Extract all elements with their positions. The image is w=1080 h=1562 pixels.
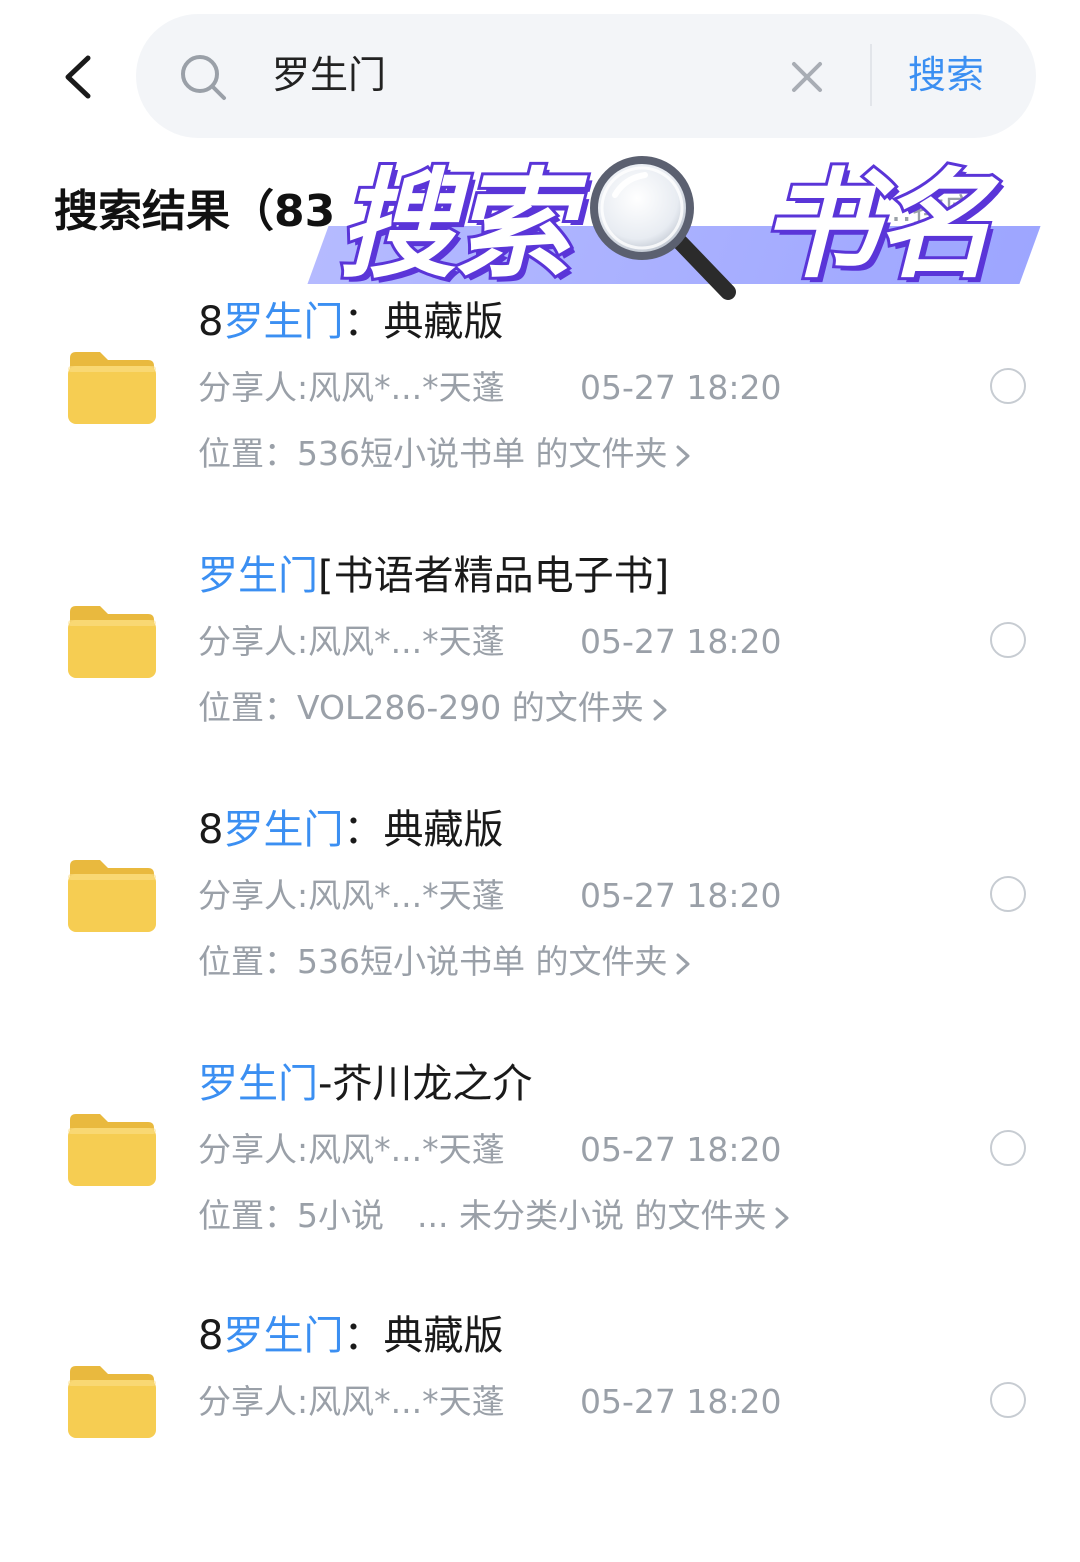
folder-icon (66, 856, 158, 934)
result-title[interactable]: 8罗生门：典藏版 (198, 801, 503, 859)
overlay-word-search: 搜索 (335, 153, 575, 297)
result-location: 位置：5小说 ... 未分类小说 的文件夹 (198, 1196, 767, 1235)
back-chevron-icon[interactable] (58, 52, 98, 102)
result-time: 05-27 18:20 (580, 1382, 782, 1421)
result-title-highlight: 罗生门 (198, 553, 318, 599)
chevron-right-icon (775, 1207, 789, 1228)
select-radio[interactable] (990, 876, 1026, 912)
folder-icon (66, 602, 158, 680)
select-radio[interactable] (990, 368, 1026, 404)
result-time: 05-27 18:20 (580, 1130, 782, 1169)
select-radio[interactable] (990, 1130, 1026, 1166)
chevron-right-icon (676, 953, 690, 974)
result-title-prefix: 8 (198, 299, 224, 345)
folder-icon (66, 1110, 158, 1188)
result-meta: 分享人:风风*...*天蓬 05-27 18:20 (198, 618, 781, 666)
result-title-suffix: -芥川龙之介 (318, 1061, 533, 1107)
result-location-link[interactable]: 位置：536短小说书单 的文件夹 (198, 430, 691, 478)
chevron-right-icon (653, 699, 667, 720)
result-sharer: 分享人:风风*...*天蓬 (198, 368, 505, 407)
result-title-suffix: ：典藏版 (343, 299, 504, 345)
search-box[interactable] (136, 14, 1036, 138)
result-title-suffix: ：典藏版 (343, 1313, 504, 1359)
result-item[interactable]: 罗生门[书语者精品电子书] 分享人:风风*...*天蓬 05-27 18:20 位置：… (0, 552, 1080, 802)
result-location-link[interactable]: 位置：5小说 ... 未分类小说 的文件夹 (198, 1192, 790, 1240)
result-location: 位置：536短小说书单 的文件夹 (198, 434, 668, 473)
result-title-prefix: 8 (198, 1313, 224, 1359)
result-title[interactable]: 罗生门-芥川龙之介 (198, 1055, 532, 1113)
result-meta: 分享人:风风*...*天蓬 05-27 18:20 (198, 364, 781, 412)
result-sharer: 分享人:风风*...*天蓬 (198, 876, 505, 915)
result-time: 05-27 18:20 (580, 876, 782, 915)
select-radio[interactable] (990, 622, 1026, 658)
result-title-prefix: 8 (198, 807, 224, 853)
result-location: 位置：VOL286-290 的文件夹 (198, 688, 644, 727)
result-title-highlight: 罗生门 (223, 299, 344, 345)
result-title-suffix: ：典藏版 (343, 807, 504, 853)
result-sharer: 分享人:风风*...*天蓬 (198, 1130, 505, 1169)
search-divider (870, 44, 872, 106)
search-icon (181, 55, 226, 100)
result-item[interactable]: 8罗生门：典藏版分享人:风风*...*天蓬 05-27 18:20 位置：536短小… (0, 806, 1080, 1056)
result-meta: 分享人:风风*...*天蓬 05-27 18:20 (198, 1126, 781, 1174)
result-location-link[interactable]: 位置：536短小说书单 的文件夹 (198, 938, 691, 986)
result-title-highlight: 罗生门 (223, 807, 344, 853)
result-meta: 分享人:风风*...*天蓬 05-27 18:20 (198, 1378, 781, 1426)
result-title-highlight: 罗生门 (223, 1313, 344, 1359)
close-icon[interactable] (788, 58, 826, 96)
result-location: 位置：536短小说书单 的文件夹 (198, 942, 668, 981)
magnifier-icon (590, 156, 736, 300)
result-sharer: 分享人:风风*...*天蓬 (198, 1382, 505, 1421)
result-item[interactable]: 8罗生门：典藏版分享人:风风*...*天蓬 05-27 18:20 位置：536短小… (0, 298, 1080, 548)
result-title-highlight: 罗生门 (198, 1061, 318, 1107)
result-location-link[interactable]: 位置：VOL286-290 的文件夹 (198, 684, 668, 732)
overlay-word-title: 书名 (757, 153, 997, 297)
result-time: 05-27 18:20 (580, 368, 782, 407)
result-item[interactable]: 8罗生门：典藏版分享人:风风*...*天蓬 05-27 18:20 (0, 1312, 1080, 1562)
result-title[interactable]: 罗生门[书语者精品电子书] (198, 547, 669, 605)
result-time: 05-27 18:20 (580, 622, 782, 661)
search-input[interactable]: 罗生门 (272, 46, 386, 104)
folder-icon (66, 1362, 158, 1440)
select-radio[interactable] (990, 1382, 1026, 1418)
result-sharer: 分享人:风风*...*天蓬 (198, 622, 505, 661)
search-button[interactable]: 搜索 (908, 46, 984, 104)
folder-icon (66, 348, 158, 426)
result-title[interactable]: 8罗生门：典藏版 (198, 1307, 503, 1365)
chevron-right-icon (676, 445, 690, 466)
result-meta: 分享人:风风*...*天蓬 05-27 18:20 (198, 872, 781, 920)
result-title-suffix: [书语者精品电子书] (318, 553, 670, 599)
result-title[interactable]: 8罗生门：典藏版 (198, 293, 503, 351)
results-count-title: 搜索结果（83 (54, 186, 336, 237)
result-item[interactable]: 罗生门-芥川龙之介分享人:风风*...*天蓬 05-27 18:20 位置：5小说 … (0, 1060, 1080, 1310)
